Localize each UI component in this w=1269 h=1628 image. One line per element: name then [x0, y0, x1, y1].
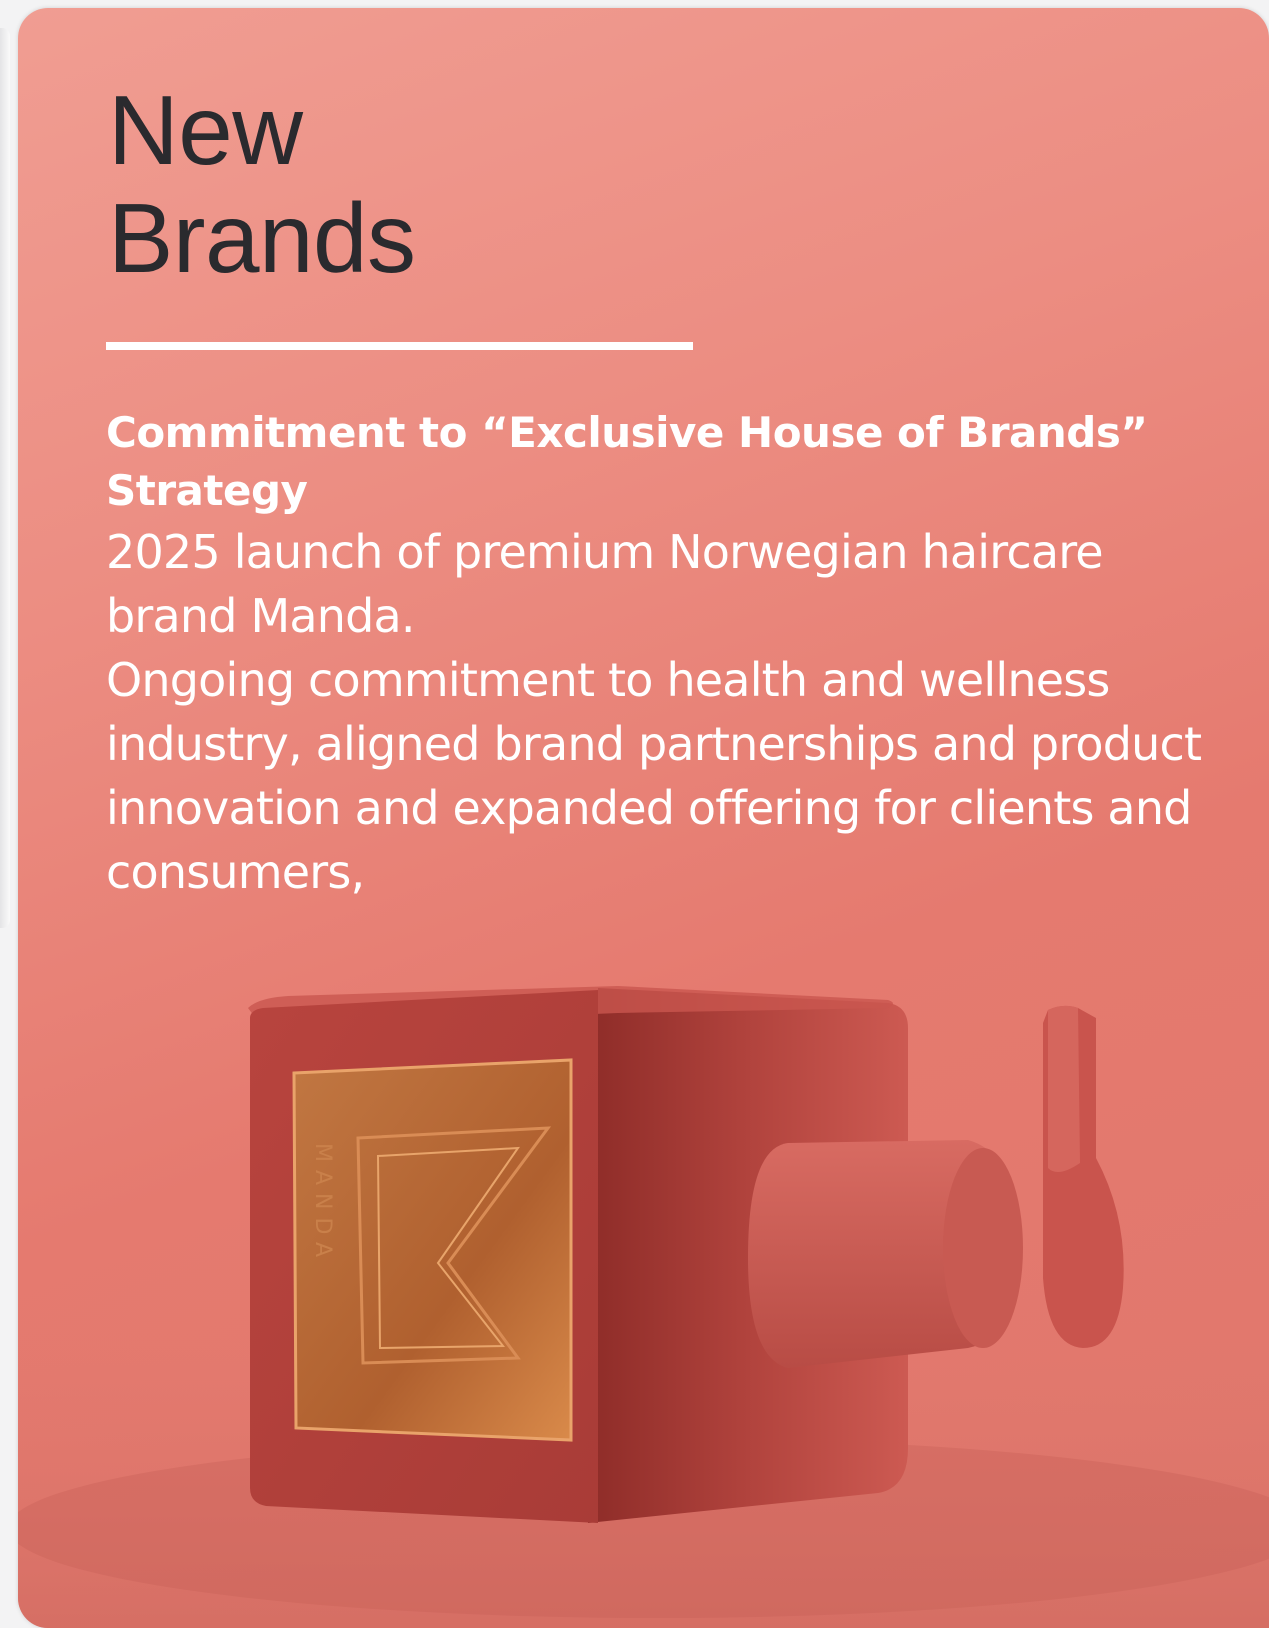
commitment-text: Ongoing commitment to health and wellnes…: [106, 653, 1202, 899]
new-brands-card: New Brands Commitment to “Exclusive Hous…: [18, 8, 1269, 1628]
card-title-line2: Brands: [108, 183, 416, 293]
card-content: Commitment to “Exclusive House of Brands…: [106, 404, 1216, 904]
strategy-heading: Commitment to “Exclusive House of Brands…: [106, 408, 1148, 515]
title-divider: [106, 342, 693, 350]
card-title-line1: New: [108, 75, 303, 185]
card-title: New Brands: [108, 76, 416, 292]
manda-launch-text: 2025 launch of premium Norwegian haircar…: [106, 525, 1104, 643]
adjacent-card-edge: [0, 28, 10, 928]
manda-product-image: MANDA: [18, 986, 1269, 1628]
manda-logo-text: MANDA: [310, 1143, 335, 1265]
